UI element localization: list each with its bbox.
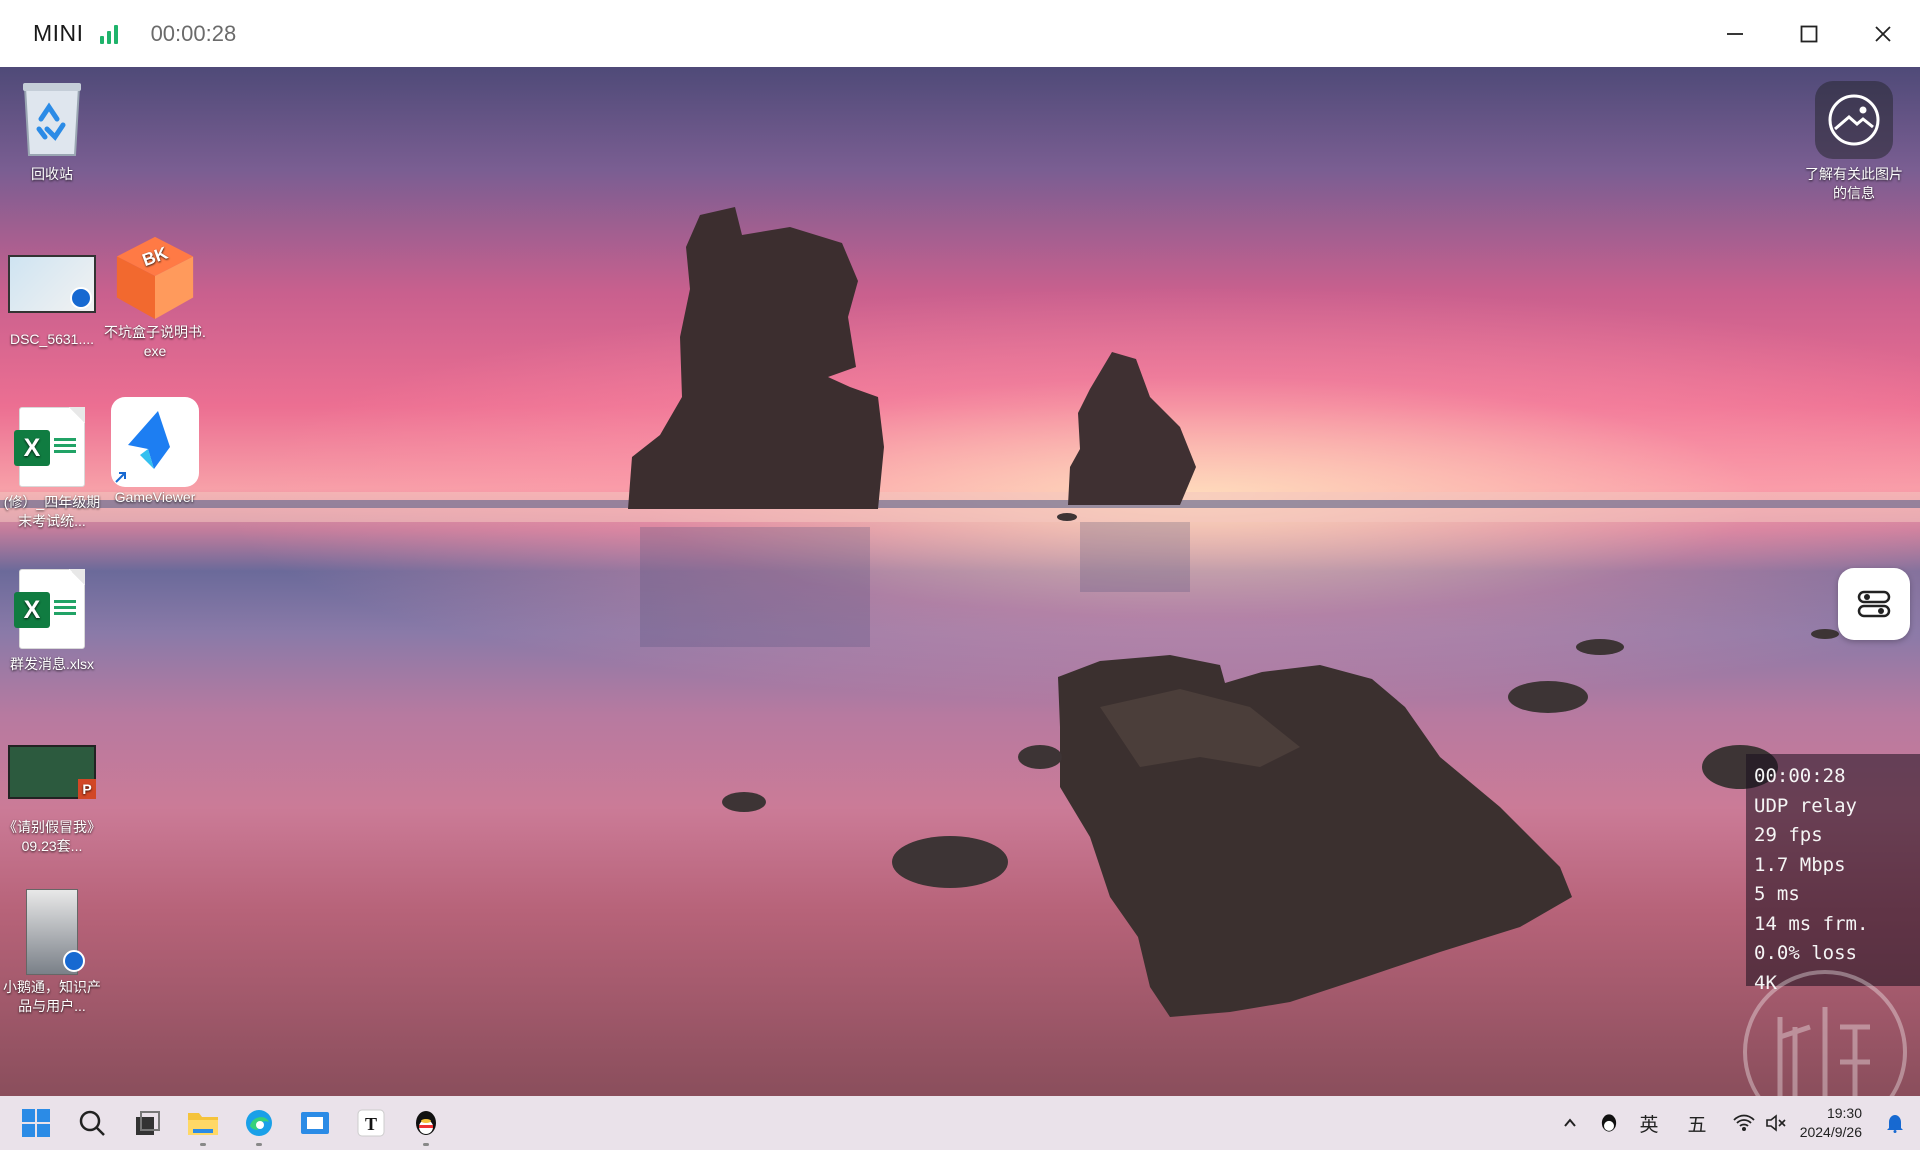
taskbar-search-button[interactable] (66, 1096, 118, 1150)
network-button[interactable] (1730, 1096, 1758, 1150)
video-thumbnail-icon (8, 242, 96, 326)
edge-browser-button[interactable] (233, 1096, 285, 1150)
chevron-up-icon (1564, 1118, 1576, 1127)
gameviewer-label: GameViewer (114, 489, 196, 505)
file-explorer-icon (188, 1113, 218, 1135)
volume-muted-icon (1766, 1114, 1786, 1132)
task-view-icon (136, 1111, 160, 1135)
stats-mode: UDP relay (1754, 794, 1857, 817)
taskbar-clock[interactable]: 19:30 2024/9/26 (1800, 1104, 1862, 1142)
video-file-icon (8, 889, 96, 975)
qq-icon (1601, 1114, 1617, 1132)
excel-file-icon: X (8, 567, 96, 651)
recycle-bin-label: 回收站 (31, 166, 73, 182)
session-timer: 00:00:28 (150, 20, 237, 46)
excel-file-label-2: 群发消息.xlsx (10, 656, 94, 672)
typora-button[interactable]: T (345, 1096, 397, 1150)
search-icon (79, 1110, 105, 1136)
bk-box-shortcut[interactable]: BK 不坑盒子说明书.exe (103, 235, 207, 361)
excel-file-label-1: (修）_四年级期末考试统... (3, 494, 101, 529)
toggle-settings-button[interactable] (1838, 568, 1910, 640)
powerpoint-file-label: 《请别假冒我》09.23套... (3, 819, 101, 854)
remote-desktop[interactable]: 回收站 DSC_5631.... X (修）_四年级期末考试统... X 群发消… (0, 67, 1920, 1096)
title-bar: MINI 00:00:28 (0, 0, 1920, 67)
qq-button[interactable] (400, 1096, 452, 1150)
qq-icon (416, 1111, 436, 1135)
tray-overflow-button[interactable] (1556, 1096, 1584, 1150)
clock-date: 2024/9/26 (1799, 1124, 1862, 1140)
video-file-label-2: 小鹅通，知识产品与用户... (3, 979, 101, 1014)
stats-loss: 0.0% loss (1754, 942, 1857, 964)
file-explorer-button[interactable] (177, 1096, 229, 1150)
stream-stats-panel: 00:00:28 UDP relay 29 fps 1.7 Mbps 5 ms … (1746, 754, 1920, 994)
stats-bitrate: 1.7 Mbps (1754, 853, 1846, 876)
stats-time: 00:00:28 (1754, 765, 1846, 787)
close-icon (1875, 25, 1891, 42)
bk-box-label: 不坑盒子说明书.exe (104, 324, 206, 359)
stats-frame-time: 14 ms frm. (1754, 912, 1869, 935)
edge-browser-icon (246, 1110, 272, 1136)
tray-qq-button[interactable] (1594, 1096, 1624, 1150)
gameviewer-shortcut[interactable]: GameViewer (103, 397, 207, 507)
bell-icon (1887, 1115, 1903, 1133)
bk-box-app-icon: BK (111, 235, 199, 320)
stats-latency: 5 ms (1754, 883, 1800, 905)
watermark-logo-icon (1743, 970, 1907, 1096)
close-button[interactable] (1846, 0, 1920, 67)
start-button[interactable] (10, 1096, 62, 1150)
wifi-icon (1733, 1114, 1755, 1131)
maximize-button[interactable] (1772, 0, 1846, 67)
excel-file-shortcut-1[interactable]: X (修）_四年级期末考试统... (0, 405, 104, 531)
wallpaper-scene (0, 207, 1920, 1017)
recycle-bin-shortcut[interactable]: 回收站 (0, 77, 104, 184)
recycle-bin-icon (8, 77, 96, 161)
signal-bars-icon (99, 24, 118, 44)
svg-text:T: T (365, 1114, 377, 1134)
image-info-icon (1815, 81, 1893, 159)
minimize-icon (1727, 32, 1743, 35)
windows-start-icon (22, 1109, 50, 1137)
learn-more-shortcut[interactable]: 了解有关此图片的信息 (1802, 81, 1906, 203)
ime-mode-button[interactable]: 五 (1682, 1096, 1712, 1150)
typora-icon: T (357, 1109, 385, 1137)
powerpoint-file-icon: P (8, 730, 96, 814)
store-icon (301, 1112, 329, 1134)
maximize-icon (1800, 25, 1818, 42)
task-view-button[interactable] (121, 1096, 173, 1150)
notification-button[interactable] (1880, 1096, 1910, 1150)
minimize-button[interactable] (1698, 0, 1772, 67)
video-file-shortcut-2[interactable]: 小鹅通，知识产品与用户... (0, 889, 104, 1016)
shortcut-arrow-icon (115, 472, 126, 483)
ime-language-button[interactable]: 英 (1634, 1096, 1664, 1150)
clock-time: 19:30 (1826, 1105, 1862, 1121)
window-controls (1698, 0, 1920, 67)
gameviewer-app-icon (111, 397, 199, 487)
excel-file-icon: X (8, 405, 96, 489)
taskbar: T 英 五 19:30 2024/9/26 (0, 1096, 1920, 1150)
excel-file-shortcut-2[interactable]: X 群发消息.xlsx (0, 567, 104, 674)
toggle-settings-icon (1857, 590, 1891, 618)
learn-more-label: 了解有关此图片的信息 (1805, 166, 1903, 201)
store-button[interactable] (289, 1096, 341, 1150)
video-file-label: DSC_5631.... (9, 331, 95, 347)
app-name: MINI (33, 20, 84, 46)
powerpoint-file-shortcut[interactable]: P 《请别假冒我》09.23套... (0, 730, 104, 856)
stats-fps: 29 fps (1754, 824, 1823, 846)
video-file-shortcut[interactable]: DSC_5631.... (0, 242, 104, 349)
volume-button[interactable] (1762, 1096, 1790, 1150)
